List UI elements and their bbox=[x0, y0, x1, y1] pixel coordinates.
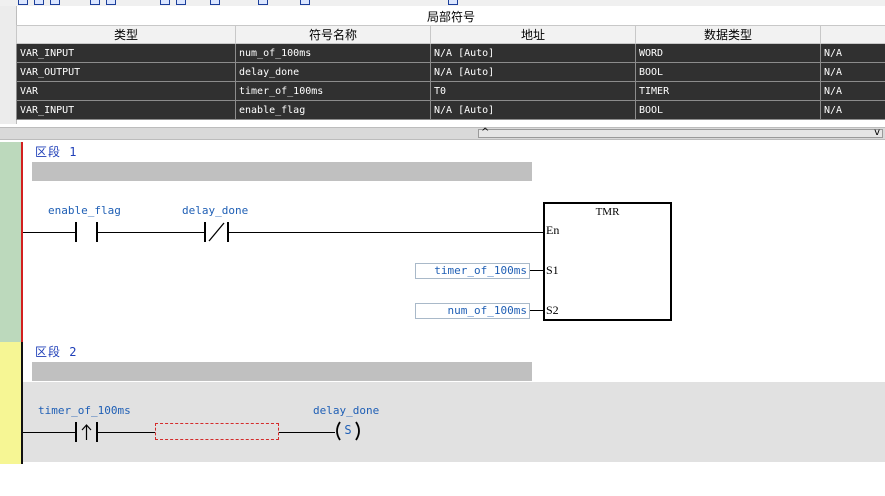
operand-s2[interactable]: num_of_100ms bbox=[415, 303, 530, 319]
tmr-function-block[interactable]: TMR En S1 S2 bbox=[543, 202, 672, 321]
table-group-header: 局部符号 bbox=[16, 8, 885, 26]
column-header-type[interactable]: 类型 bbox=[16, 25, 236, 44]
cell-symbol-name[interactable]: enable_flag bbox=[235, 100, 431, 120]
table-row[interactable]: VAR_OUTPUT delay_done N/A [Auto] BOOL N/… bbox=[16, 62, 885, 82]
left-power-rail bbox=[21, 342, 23, 464]
cell-address[interactable]: N/A [Auto] bbox=[430, 43, 636, 63]
cell-address[interactable]: T0 bbox=[430, 81, 636, 101]
cell-extra[interactable]: N/A bbox=[819, 81, 885, 101]
pane-splitter[interactable]: ^ v bbox=[0, 127, 885, 140]
column-header-extra[interactable] bbox=[819, 25, 885, 44]
cell-type[interactable]: VAR_INPUT bbox=[16, 100, 236, 120]
table-row[interactable]: VAR_INPUT enable_flag N/A [Auto] BOOL N/… bbox=[16, 100, 885, 120]
cell-extra[interactable]: N/A bbox=[819, 100, 885, 120]
rung-wire bbox=[23, 432, 75, 433]
column-header-address[interactable]: 地址 bbox=[430, 25, 636, 44]
toolbar-button[interactable] bbox=[34, 0, 44, 5]
no-contact-enable-flag[interactable] bbox=[75, 222, 77, 242]
cell-symbol-name[interactable]: delay_done bbox=[235, 62, 431, 82]
rung-wire bbox=[229, 232, 543, 233]
collapse-up-icon[interactable]: ^ bbox=[481, 127, 489, 139]
segment-2-rung-area[interactable] bbox=[23, 382, 885, 462]
empty-instruction-slot[interactable] bbox=[155, 423, 279, 440]
toolbar-button[interactable] bbox=[448, 0, 458, 5]
row-header-gutter bbox=[0, 6, 17, 124]
block-name: TMR bbox=[595, 206, 620, 218]
rung-wire bbox=[98, 432, 155, 433]
toolbar-button[interactable] bbox=[50, 0, 60, 5]
column-header-datatype[interactable]: 数据类型 bbox=[635, 25, 821, 44]
segment-2-gutter[interactable] bbox=[0, 342, 22, 464]
contact-label-delay-done[interactable]: delay_done bbox=[182, 204, 248, 217]
left-power-rail bbox=[21, 142, 23, 342]
segment-1-gutter[interactable] bbox=[0, 142, 22, 342]
cell-address[interactable]: N/A [Auto] bbox=[430, 100, 636, 120]
splitter-grip[interactable]: ^ v bbox=[478, 127, 883, 139]
cell-datatype[interactable]: TIMER bbox=[635, 81, 821, 101]
operand-wire bbox=[530, 270, 543, 271]
pin-s2: S2 bbox=[546, 303, 559, 317]
table-row[interactable]: VAR timer_of_100ms T0 TIMER N/A bbox=[16, 81, 885, 101]
local-symbol-table: 局部符号 类型 符号名称 地址 数据类型 VAR_INPUT num_of_10… bbox=[16, 8, 885, 120]
coil-label-delay-done[interactable]: delay_done bbox=[313, 404, 379, 417]
cell-datatype[interactable]: BOOL bbox=[635, 100, 821, 120]
segment-2-comment[interactable] bbox=[32, 362, 532, 381]
rung-wire bbox=[279, 432, 335, 433]
contact-label-enable-flag[interactable]: enable_flag bbox=[48, 204, 121, 217]
toolbar-button[interactable] bbox=[90, 0, 100, 5]
rung-wire bbox=[23, 232, 75, 233]
column-header-symbol-name[interactable]: 符号名称 bbox=[235, 25, 431, 44]
rung-wire bbox=[98, 232, 204, 233]
cell-type[interactable]: VAR bbox=[16, 81, 236, 101]
segment-1-title: 区段 1 bbox=[35, 145, 78, 159]
cell-symbol-name[interactable]: num_of_100ms bbox=[235, 43, 431, 63]
operand-wire bbox=[530, 310, 543, 311]
toolbar-button[interactable] bbox=[18, 0, 28, 5]
toolbar-button[interactable] bbox=[106, 0, 116, 5]
operand-s1[interactable]: timer_of_100ms bbox=[415, 263, 530, 279]
expand-down-icon[interactable]: v bbox=[874, 127, 880, 139]
cell-extra[interactable]: N/A bbox=[819, 62, 885, 82]
cell-extra[interactable]: N/A bbox=[819, 43, 885, 63]
cell-datatype[interactable]: BOOL bbox=[635, 62, 821, 82]
pin-en: En bbox=[546, 223, 560, 237]
toolbar-button[interactable] bbox=[176, 0, 186, 5]
nc-slash-icon bbox=[208, 222, 225, 242]
cell-symbol-name[interactable]: timer_of_100ms bbox=[235, 81, 431, 101]
toolbar-button[interactable] bbox=[160, 0, 170, 5]
cell-type[interactable]: VAR_INPUT bbox=[16, 43, 236, 63]
segment-1-comment[interactable] bbox=[32, 162, 532, 181]
cell-type[interactable]: VAR_OUTPUT bbox=[16, 62, 236, 82]
toolbar-button[interactable] bbox=[300, 0, 310, 5]
table-row[interactable]: VAR_INPUT num_of_100ms N/A [Auto] WORD N… bbox=[16, 43, 885, 63]
segment-2-title: 区段 2 bbox=[35, 345, 78, 359]
cell-datatype[interactable]: WORD bbox=[635, 43, 821, 63]
rising-edge-arrow-icon bbox=[81, 424, 92, 440]
pin-s1: S1 bbox=[546, 263, 559, 277]
toolbar-button[interactable] bbox=[210, 0, 220, 5]
contact-label-timer[interactable]: timer_of_100ms bbox=[38, 404, 131, 417]
coil-type-label: S bbox=[344, 423, 352, 437]
toolbar-button[interactable] bbox=[258, 0, 268, 5]
cell-address[interactable]: N/A [Auto] bbox=[430, 62, 636, 82]
